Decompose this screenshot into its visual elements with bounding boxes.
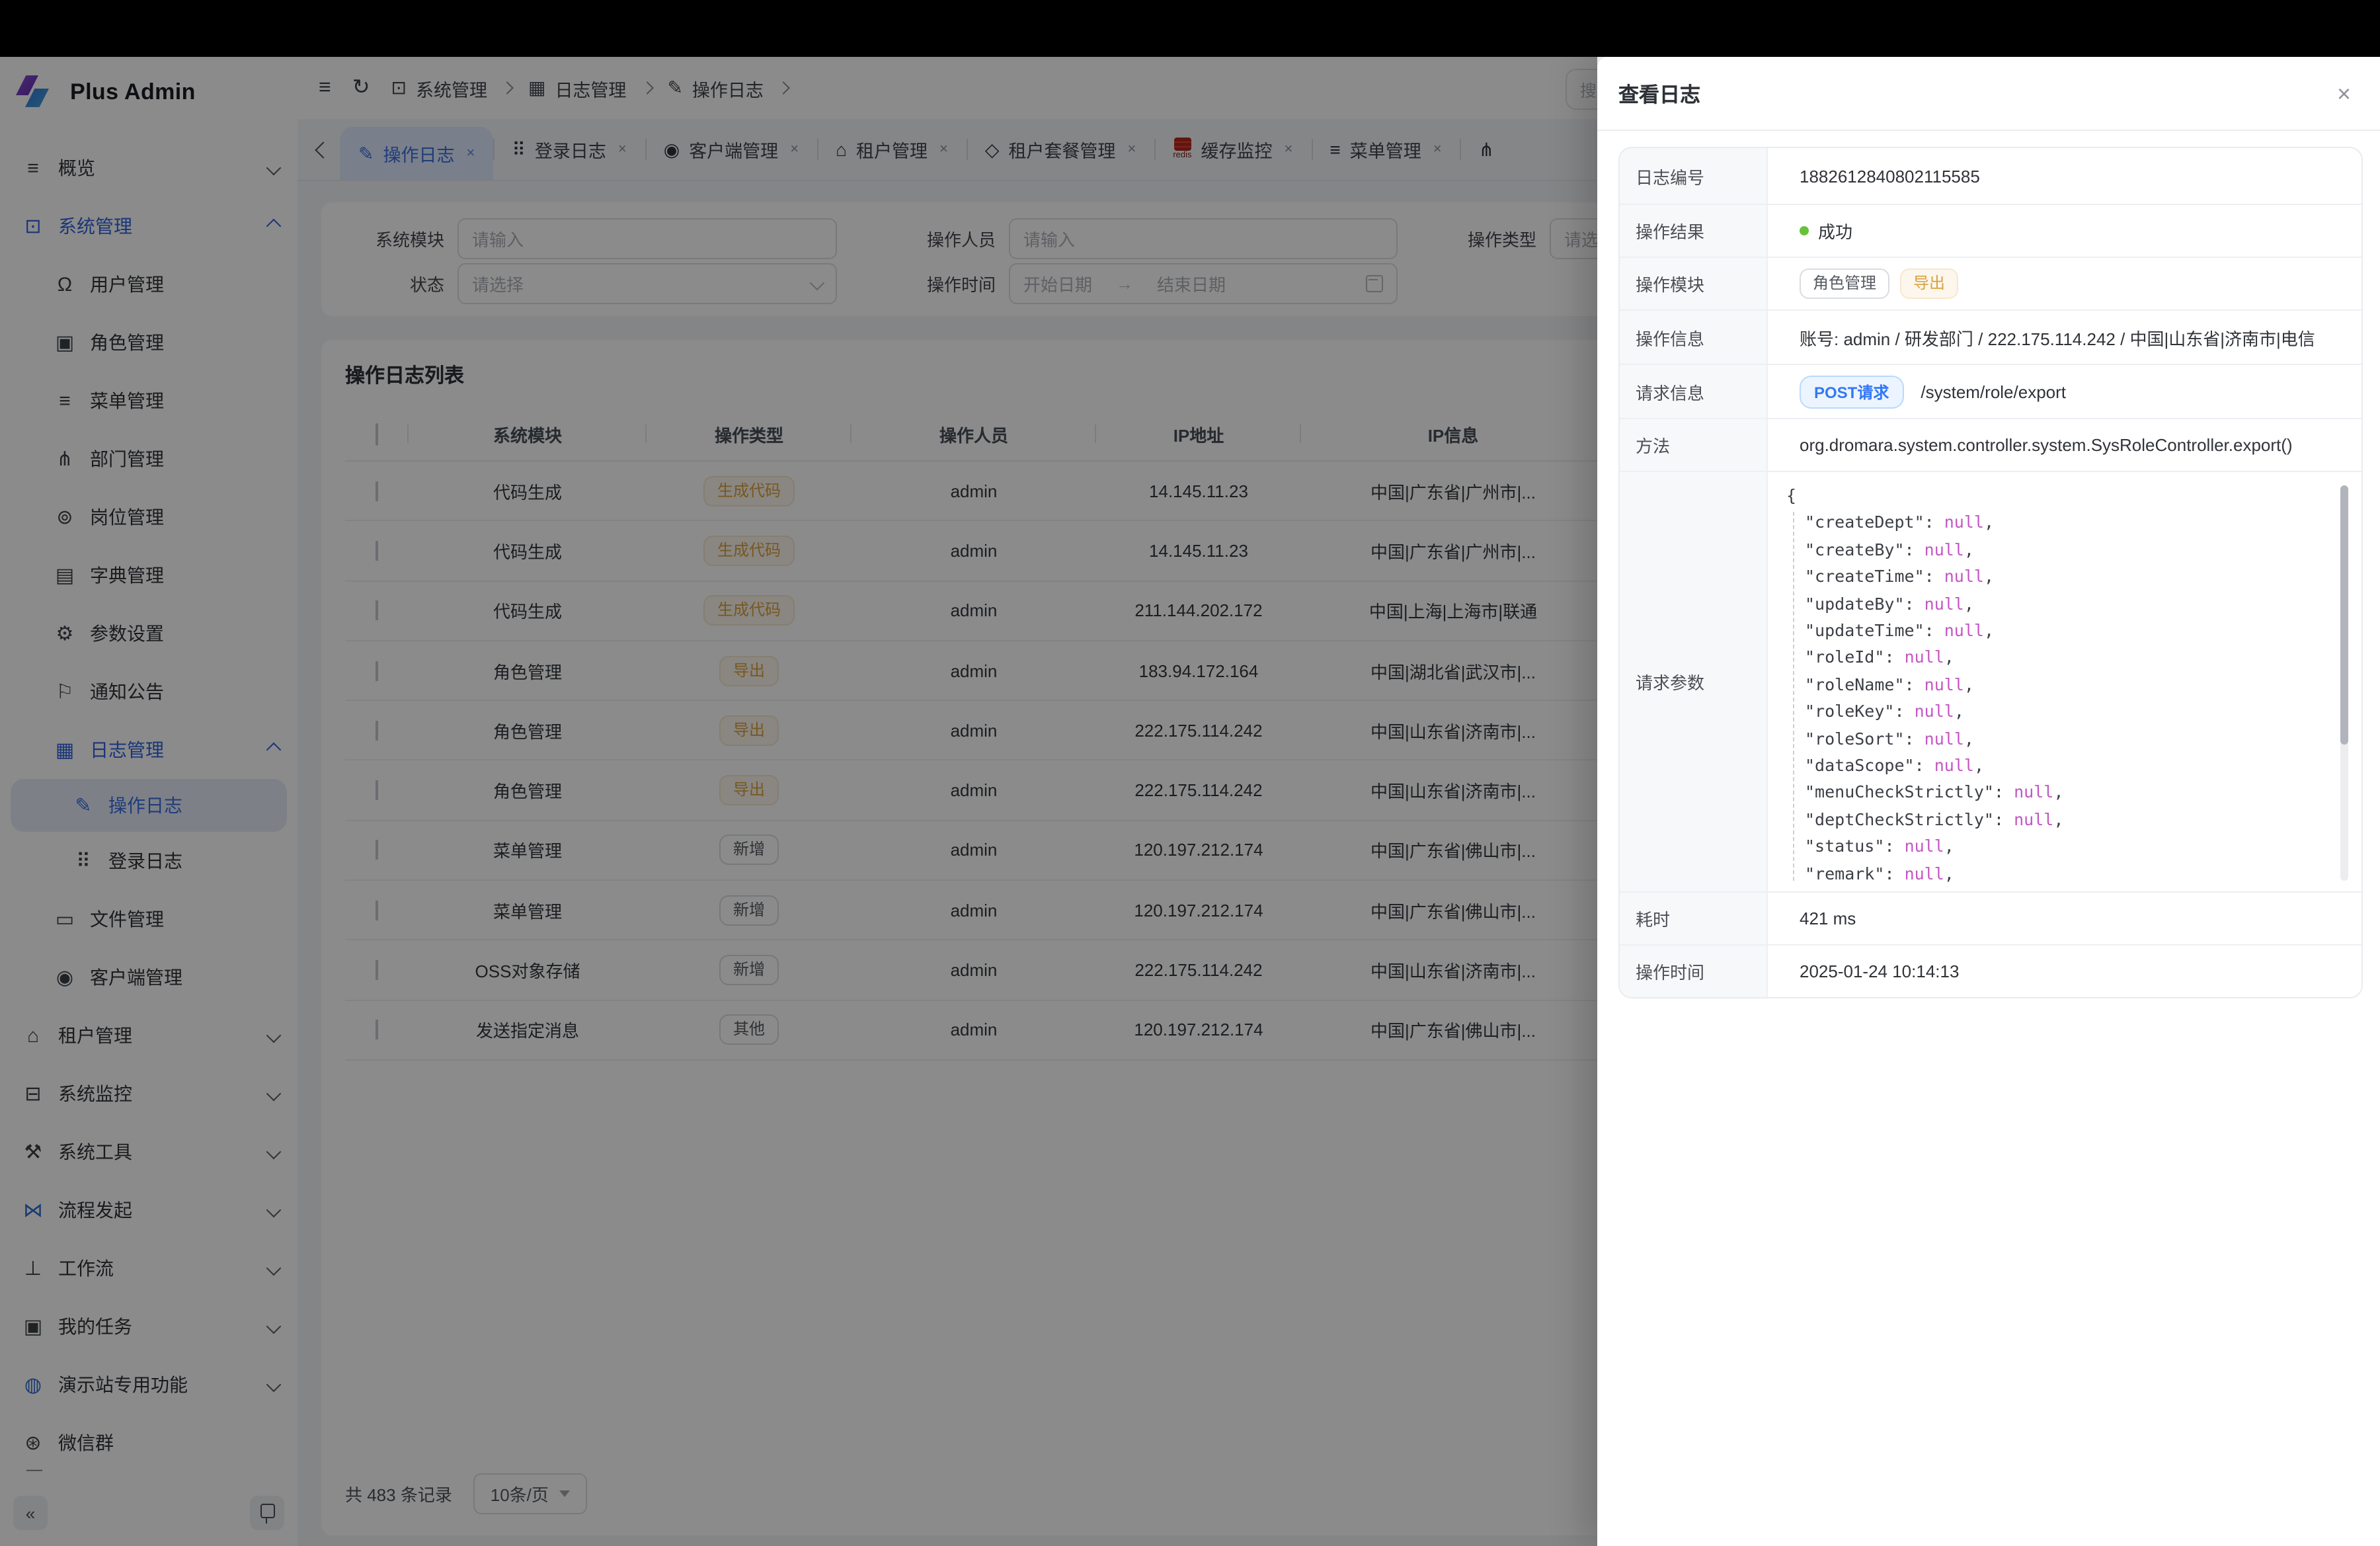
operation-info-value: 账号: admin / 研发部门 / 222.175.114.242 / 中国|… (1768, 311, 2361, 364)
json-line: "roleId": null, (1786, 645, 2348, 672)
app-root: Plus Admin ≡ 概览 ⊡ 系统管理 Ω 用户管理 (0, 0, 2380, 1546)
scrollbar-thumb[interactable] (2340, 485, 2348, 745)
detail-row-time: 操作时间 2025-01-24 10:14:13 (1620, 946, 2361, 997)
detail-row-params: 请求参数 { "createDept": null, (1620, 472, 2361, 893)
json-line: "roleKey": null, (1786, 699, 2348, 726)
log-detail-table: 日志编号 1882612840802115585 操作结果 成功 操作模块 角色… (1618, 147, 2363, 998)
detail-row-log-id: 日志编号 1882612840802115585 (1620, 148, 2361, 205)
drawer-body: 日志编号 1882612840802115585 操作结果 成功 操作模块 角色… (1597, 131, 2380, 998)
request-path: /system/role/export (1921, 382, 2066, 401)
json-line: "roleSort": null, (1786, 725, 2348, 753)
json-line: "createDept": null, (1786, 510, 2348, 537)
close-icon[interactable]: × (2337, 81, 2351, 105)
view-log-drawer: 查看日志 × 日志编号 1882612840802115585 操作结果 成功 … (1597, 57, 2380, 1546)
json-line: "updateTime": null, (1786, 618, 2348, 645)
json-line: "deptCheckStrictly": null, (1786, 807, 2348, 834)
modal-dim-overlay[interactable] (0, 57, 1597, 1546)
detail-row-module: 操作模块 角色管理 导出 (1620, 258, 2361, 311)
request-params-json: { "createDept": null, "createBy": null, … (1786, 483, 2348, 883)
module-tag: 角色管理 (1800, 268, 1889, 299)
indent-guide (1793, 512, 1794, 881)
detail-row-request: 请求信息 POST请求 /system/role/export (1620, 365, 2361, 419)
json-line: "createTime": null, (1786, 563, 2348, 590)
detail-row-info: 操作信息 账号: admin / 研发部门 / 222.175.114.242 … (1620, 311, 2361, 365)
drawer-title: 查看日志 (1618, 79, 1700, 108)
time-value: 2025-01-24 10:14:13 (1768, 946, 2361, 997)
top-black-bar (0, 0, 2380, 57)
success-dot-icon (1800, 226, 1809, 235)
json-line: "dataScope": null, (1786, 753, 2348, 780)
detail-row-cost: 耗时 421 ms (1620, 893, 2361, 946)
json-line: "remark": null, (1786, 860, 2348, 883)
json-line: "updateBy": null, (1786, 590, 2348, 618)
detail-row-result: 操作结果 成功 (1620, 205, 2361, 258)
json-line: "status": null, (1786, 834, 2348, 861)
method-value: org.dromara.system.controller.system.Sys… (1768, 419, 2361, 471)
log-id-value: 1882612840802115585 (1768, 148, 2361, 204)
export-tag: 导出 (1900, 268, 1958, 299)
result-text: 成功 (1818, 218, 1852, 243)
json-line: { (1786, 483, 2348, 510)
detail-row-method: 方法 org.dromara.system.controller.system.… (1620, 419, 2361, 472)
post-method-tag: POST请求 (1800, 375, 1903, 408)
json-line: "menuCheckStrictly": null, (1786, 780, 2348, 807)
json-line: "createBy": null, (1786, 537, 2348, 564)
json-line: "roleName": null, (1786, 672, 2348, 699)
cost-value: 421 ms (1768, 893, 2361, 944)
drawer-header: 查看日志 × (1597, 57, 2380, 131)
